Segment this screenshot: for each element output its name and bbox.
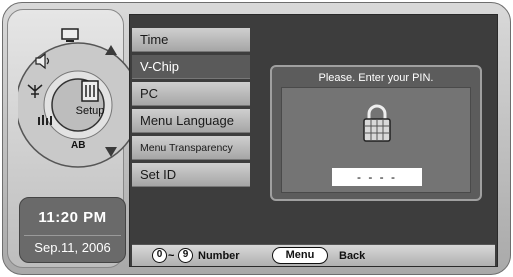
setup-icon[interactable] <box>79 79 101 103</box>
clock-panel: 11:20 PM Sep.11, 2006 <box>19 197 126 263</box>
monitor-icon[interactable] <box>60 27 80 43</box>
number-label: Number <box>198 250 240 262</box>
menu-button[interactable]: Menu <box>272 247 328 264</box>
menu-item-set-id[interactable]: Set ID <box>132 163 250 187</box>
menu-item-time[interactable]: Time <box>132 28 250 52</box>
menu-item-menu-transparency[interactable]: Menu Transparency <box>132 136 250 160</box>
speaker-icon[interactable] <box>33 52 53 70</box>
pin-input[interactable]: - - - - <box>332 168 422 186</box>
antenna-icon[interactable] <box>24 82 46 100</box>
menu-item-menu-language[interactable]: Menu Language <box>132 109 250 133</box>
clock-divider <box>24 235 121 236</box>
clock-time: 11:20 PM <box>38 209 107 226</box>
number-range-tilde: ~ <box>168 250 175 262</box>
number-nine-key: 9 <box>178 248 193 263</box>
up-arrow-icon[interactable] <box>105 45 117 55</box>
lock-icon <box>363 104 391 142</box>
channel-icon[interactable] <box>36 113 54 127</box>
down-arrow-icon[interactable] <box>105 147 117 157</box>
number-zero-key: 0 <box>152 248 167 263</box>
back-label: Back <box>339 250 366 262</box>
menu-item-pc[interactable]: PC <box>132 82 250 106</box>
clock-date: Sep.11, 2006 <box>34 240 111 255</box>
menu-item-v-chip[interactable]: V-Chip <box>132 55 250 79</box>
pin-prompt: Please. Enter your PIN. <box>318 72 434 84</box>
footer-bar: 0 ~ 9 Number Menu Back <box>132 244 495 266</box>
setup-label: Setup <box>75 105 105 117</box>
pin-dialog-body: - - - - <box>281 87 471 193</box>
left-panel: Setup AB 11:20 PM Sep.11, 2006 <box>7 9 141 268</box>
ab-icon[interactable]: AB <box>71 140 85 151</box>
pin-dialog: Please. Enter your PIN. - - - - <box>270 65 482 201</box>
setup-menu: Time V-Chip PC Menu Language Menu Transp… <box>132 28 250 190</box>
